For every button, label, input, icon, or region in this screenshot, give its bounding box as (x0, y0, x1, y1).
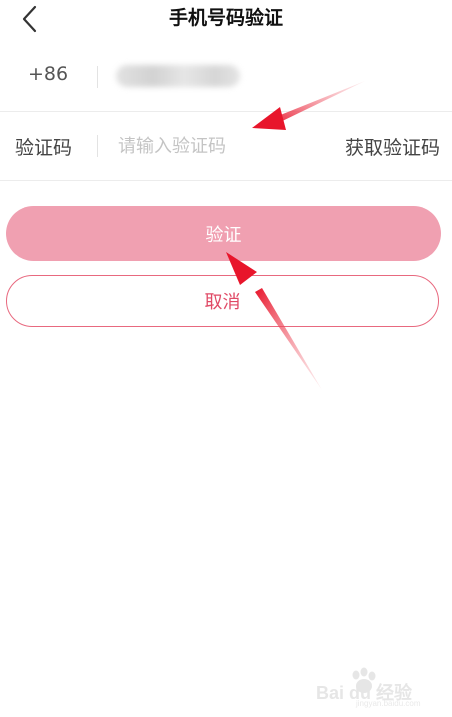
country-code[interactable]: +86 (28, 63, 68, 85)
header: 手机号码验证 (0, 0, 452, 40)
code-label: 验证码 (15, 137, 73, 159)
phone-verification-page: 手机号码验证 +86 验证码 获取验证码 验证 取消 (0, 0, 452, 717)
code-row-separator (97, 135, 98, 157)
code-row: 验证码 获取验证码 (0, 112, 452, 180)
get-code-button[interactable]: 获取验证码 (345, 133, 440, 160)
cancel-button[interactable]: 取消 (6, 275, 439, 327)
code-row-divider (0, 180, 452, 181)
phone-row-separator (97, 66, 98, 88)
verify-button[interactable]: 验证 (6, 206, 441, 261)
phone-row: +86 (0, 43, 452, 111)
code-input[interactable] (118, 128, 318, 164)
phone-number-input[interactable] (110, 59, 264, 97)
baidu-watermark: Bai du 经验 jingyan.baidu.com (316, 667, 446, 708)
page-title: 手机号码验证 (168, 7, 283, 29)
watermark-url: jingyan.baidu.com (356, 699, 421, 708)
